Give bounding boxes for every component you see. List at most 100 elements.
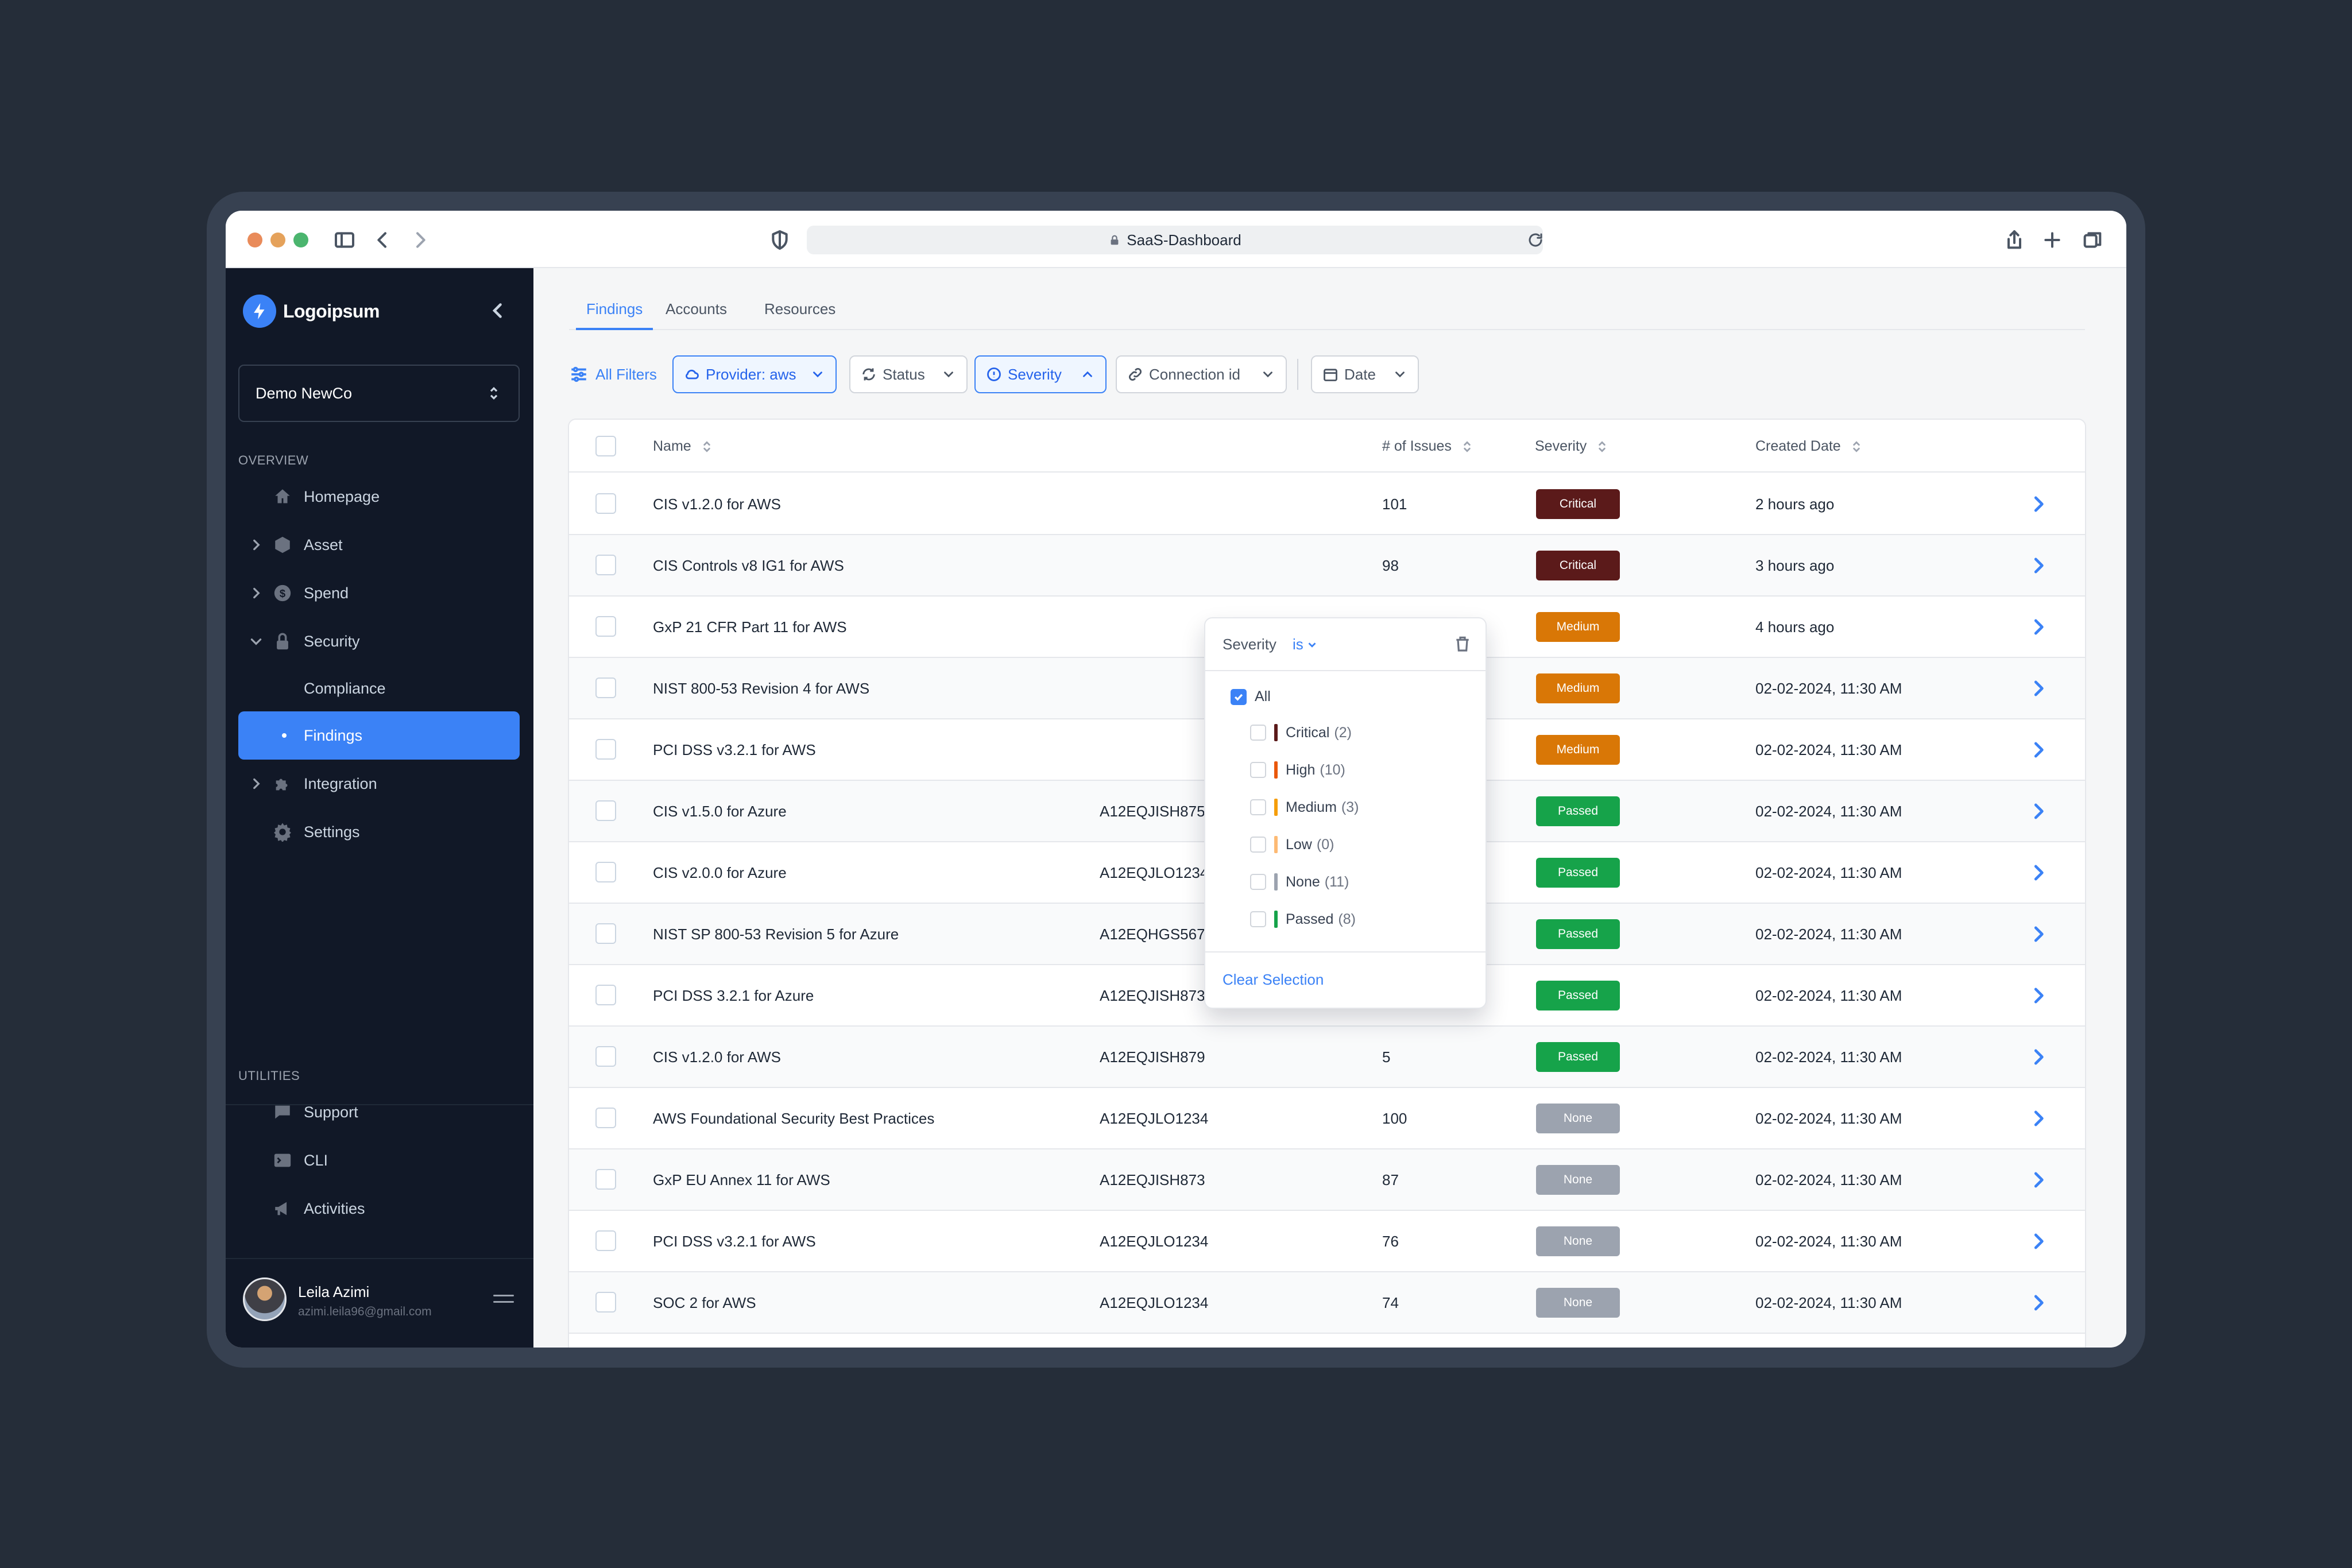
sidebar-item-spend[interactable]: $ Spend — [238, 569, 520, 617]
share-icon[interactable] — [2000, 226, 2029, 254]
sidebar-toggle-icon[interactable] — [330, 226, 359, 254]
row-checkbox[interactable] — [595, 1108, 616, 1128]
row-checkbox[interactable] — [595, 1292, 616, 1313]
chevron-right-icon[interactable] — [2028, 923, 2049, 945]
menu-icon[interactable] — [493, 1295, 514, 1306]
tab-accounts[interactable]: Accounts — [666, 297, 727, 330]
chevron-down-icon — [810, 367, 825, 382]
row-checkbox[interactable] — [595, 985, 616, 1005]
clear-selection-button[interactable]: Clear Selection — [1223, 971, 1324, 989]
address-bar[interactable]: SaaS-Dashboard — [807, 226, 1543, 254]
table-row[interactable]: PCI DSS v3.2.1 for AWS A12EQJLO1234 76 None… — [569, 1211, 2085, 1272]
sidebar-item-security[interactable]: Security — [238, 617, 520, 665]
organization-select[interactable]: Demo NewCo — [238, 365, 520, 422]
table-row[interactable]: AWS Foundational Security Best Practices… — [569, 1088, 2085, 1149]
zoom-window-dot[interactable] — [293, 233, 308, 247]
page-url-title: SaaS-Dashboard — [1127, 231, 1241, 249]
column-header-issues[interactable]: # of Issues — [1382, 438, 1475, 455]
tab-resources[interactable]: Resources — [764, 297, 835, 330]
connection-filter-chip[interactable]: Connection id — [1116, 355, 1287, 393]
chevron-right-icon[interactable] — [2028, 1046, 2049, 1068]
forward-icon[interactable] — [406, 226, 435, 254]
chevron-right-icon[interactable] — [2028, 493, 2049, 515]
checkbox[interactable] — [1250, 725, 1266, 741]
severity-color-bar — [1274, 761, 1278, 779]
select-all-checkbox[interactable] — [595, 436, 616, 456]
brand-logo[interactable]: Logoipsum — [243, 295, 380, 328]
reload-icon[interactable] — [1521, 226, 1550, 254]
checkbox[interactable] — [1250, 837, 1266, 853]
user-profile[interactable] — [243, 1277, 287, 1321]
severity-option-medium[interactable]: Medium (3) — [1250, 799, 1359, 816]
chevron-right-icon[interactable] — [2028, 555, 2049, 576]
row-checkbox[interactable] — [595, 1046, 616, 1067]
minimize-window-dot[interactable] — [270, 233, 285, 247]
column-header-created[interactable]: Created Date — [1755, 438, 1864, 455]
checkbox[interactable] — [1250, 799, 1266, 815]
sidebar-item-integration[interactable]: Integration — [238, 760, 520, 808]
column-header-name[interactable]: Name — [653, 438, 714, 455]
chevron-right-icon[interactable] — [2028, 985, 2049, 1006]
checkbox[interactable] — [1250, 874, 1266, 890]
row-checkbox[interactable] — [595, 616, 616, 637]
provider-filter-chip[interactable]: Provider: aws — [672, 355, 837, 393]
row-checkbox[interactable] — [595, 800, 616, 821]
chevron-right-icon[interactable] — [2028, 1169, 2049, 1191]
severity-option-none[interactable]: None (11) — [1250, 873, 1349, 891]
row-checkbox[interactable] — [595, 862, 616, 882]
sidebar-item-findings[interactable]: Findings — [238, 711, 520, 760]
row-checkbox[interactable] — [595, 677, 616, 698]
trash-icon[interactable] — [1453, 634, 1472, 653]
chevron-right-icon[interactable] — [2028, 616, 2049, 638]
sidebar-item-activities[interactable]: Activities — [238, 1184, 520, 1233]
back-icon[interactable] — [368, 226, 397, 254]
severity-option-all[interactable]: All — [1231, 688, 1271, 705]
shield-icon[interactable] — [765, 226, 794, 254]
severity-option-passed[interactable]: Passed (8) — [1250, 911, 1356, 928]
new-tab-icon[interactable] — [2038, 226, 2067, 254]
tab-findings[interactable]: Findings — [576, 297, 653, 330]
operator-select[interactable]: is — [1293, 636, 1318, 653]
close-window-dot[interactable] — [247, 233, 262, 247]
user-name: Leila Azimi — [298, 1283, 370, 1300]
row-checkbox[interactable] — [595, 1169, 616, 1190]
column-header-severity[interactable]: Severity — [1535, 438, 1610, 455]
sidebar-item-homepage[interactable]: Homepage — [238, 473, 520, 521]
chevron-right-icon[interactable] — [2028, 1292, 2049, 1314]
row-checkbox[interactable] — [595, 923, 616, 944]
collapse-sidebar-icon[interactable] — [488, 300, 510, 323]
row-checkbox[interactable] — [595, 739, 616, 760]
chevron-right-icon[interactable] — [2028, 739, 2049, 761]
all-filters-button[interactable]: All Filters — [569, 355, 657, 393]
status-filter-chip[interactable]: Status — [849, 355, 968, 393]
table-row[interactable]: GxP EU Annex 11 for AWS A12EQJISH873 87 Non… — [569, 1149, 2085, 1211]
tabs-overview-icon[interactable] — [2078, 226, 2107, 254]
table-row[interactable]: CIS v1.2.0 for AWS A12EQJISH879 5 Passed 02-… — [569, 1027, 2085, 1088]
chevron-right-icon[interactable] — [2028, 862, 2049, 884]
chevron-right-icon[interactable] — [2028, 800, 2049, 822]
severity-option-critical[interactable]: Critical (2) — [1250, 724, 1352, 741]
severity-badge: None — [1536, 1288, 1620, 1318]
created-date: 02-02-2024, 11:30 AM — [1755, 864, 1902, 881]
checkbox-checked[interactable] — [1231, 688, 1247, 705]
row-checkbox[interactable] — [595, 493, 616, 514]
chevron-right-icon[interactable] — [2028, 677, 2049, 699]
row-checkbox[interactable] — [595, 1230, 616, 1251]
table-row[interactable]: CIS Controls v8 IG1 for AWS 98 Critical 3 h… — [569, 535, 2085, 597]
sidebar-item-support[interactable]: Support — [238, 1088, 520, 1136]
checkbox[interactable] — [1250, 762, 1266, 778]
sidebar-item-compliance[interactable]: Compliance — [238, 664, 520, 713]
row-checkbox[interactable] — [595, 555, 616, 575]
table-row[interactable]: CIS v1.2.0 for AWS 101 Critical 2 hours ago — [569, 474, 2085, 535]
severity-option-low[interactable]: Low (0) — [1250, 836, 1334, 853]
severity-filter-chip[interactable]: Severity — [974, 355, 1107, 393]
sidebar-item-asset[interactable]: Asset — [238, 521, 520, 569]
sidebar-item-settings[interactable]: Settings — [238, 808, 520, 856]
severity-option-high[interactable]: High (10) — [1250, 761, 1345, 779]
date-filter-chip[interactable]: Date — [1311, 355, 1419, 393]
chevron-right-icon[interactable] — [2028, 1108, 2049, 1129]
chevron-right-icon[interactable] — [2028, 1230, 2049, 1252]
table-row[interactable]: SOC 2 for AWS A12EQJLO1234 74 None 02-02-202… — [569, 1272, 2085, 1334]
sidebar-item-cli[interactable]: CLI — [238, 1136, 520, 1184]
checkbox[interactable] — [1250, 911, 1266, 927]
